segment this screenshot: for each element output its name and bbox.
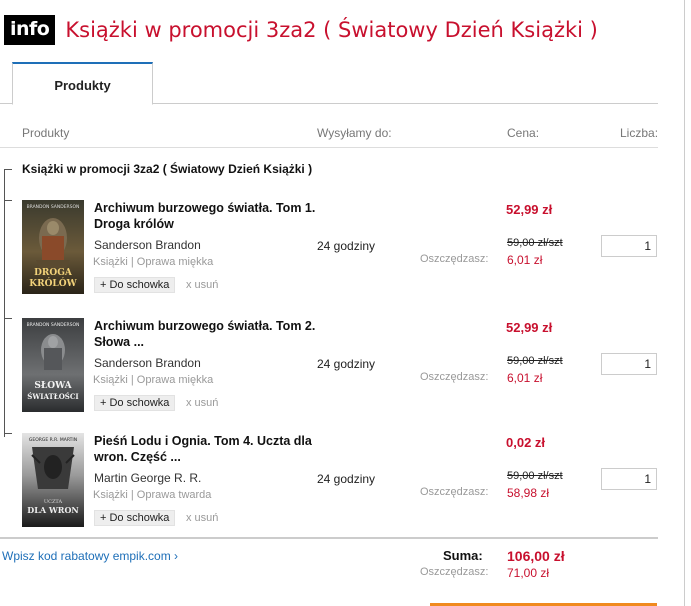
tab-bar: Produkty: [0, 62, 658, 105]
item-old-price: 59,00 zł/szt: [507, 355, 563, 367]
item-binding: Książki | Oprawa twarda: [93, 489, 212, 501]
cart-item: BRANDON SANDERSON DROGA KRÓLÓW Archiwum …: [0, 200, 691, 310]
item-author-link[interactable]: Sanderson Brandon: [94, 238, 201, 252]
tab-produkty[interactable]: Produkty: [12, 62, 153, 105]
add-to-wishlist-button[interactable]: + Do schowka: [94, 277, 176, 293]
column-headers: Produkty Wysyłamy do: Cena: Liczba:: [0, 124, 658, 148]
item-savings: 58,98 zł: [507, 486, 550, 500]
remove-item-link[interactable]: x usuń: [186, 279, 218, 291]
item-author-link[interactable]: Sanderson Brandon: [94, 356, 201, 370]
sum-label: Suma:: [443, 548, 483, 563]
cart-item: GEORGE R.R. MARTIN UCZTA DLA WRON Pieśń …: [0, 433, 691, 543]
savings-label: Oszczędzasz:: [420, 371, 489, 383]
item-title-link[interactable]: Archiwum burzowego światła. Tom 1. Droga…: [94, 200, 344, 232]
item-author-link[interactable]: Martin George R. R.: [94, 471, 201, 485]
item-binding: Książki | Oprawa miękka: [93, 256, 214, 268]
item-savings: 6,01 zł: [507, 253, 543, 267]
quantity-input[interactable]: [601, 468, 657, 490]
total-savings-value: 71,00 zł: [507, 566, 550, 580]
sum-value: 106,00 zł: [507, 548, 565, 564]
svg-text:DROGA: DROGA: [34, 268, 73, 278]
column-header-quantity: Liczba:: [620, 126, 659, 140]
svg-text:DLA WRON: DLA WRON: [27, 505, 78, 515]
quantity-input[interactable]: [601, 235, 657, 257]
svg-text:GEORGE R.R. MARTIN: GEORGE R.R. MARTIN: [29, 437, 77, 443]
tree-connector: [4, 433, 12, 434]
svg-text:SŁOWA: SŁOWA: [34, 381, 72, 391]
savings-label: Oszczędzasz:: [420, 486, 489, 498]
quantity-input[interactable]: [601, 353, 657, 375]
tree-connector: [4, 200, 12, 201]
group-title: Książki w promocji 3za2 ( Światowy Dzień…: [22, 162, 313, 176]
item-title-link[interactable]: Archiwum burzowego światła. Tom 2. Słowa…: [94, 318, 344, 350]
summary-divider: [0, 537, 658, 539]
remove-item-link[interactable]: x usuń: [186, 397, 218, 409]
item-price: 52,99 zł: [506, 202, 553, 217]
tree-connector: [4, 318, 12, 319]
column-header-shipping: Wysyłamy do:: [317, 126, 392, 140]
page-header: info Książki w promocji 3za2 ( Światowy …: [4, 14, 598, 46]
svg-text:BRANDON SANDERSON: BRANDON SANDERSON: [27, 204, 80, 210]
item-savings: 6,01 zł: [507, 371, 543, 385]
promo-code-link[interactable]: Wpisz kod rabatowy empik.com ›: [2, 549, 178, 563]
item-old-price: 59,00 zł/szt: [507, 237, 563, 249]
scrollbar[interactable]: [684, 0, 691, 606]
svg-text:ŚWIATŁOŚCI: ŚWIATŁOŚCI: [27, 392, 78, 401]
item-old-price: 59,00 zł/szt: [507, 470, 563, 482]
column-header-products: Produkty: [22, 126, 70, 140]
item-title-link[interactable]: Pieśń Lodu i Ognia. Tom 4. Uczta dla wro…: [94, 433, 344, 465]
book-cover-image[interactable]: GEORGE R.R. MARTIN UCZTA DLA WRON: [22, 433, 84, 527]
savings-label: Oszczędzasz:: [420, 253, 489, 265]
item-price: 52,99 zł: [506, 320, 553, 335]
column-header-price: Cena:: [507, 126, 540, 140]
item-price: 0,02 zł: [506, 435, 546, 450]
info-logo: info: [4, 15, 56, 45]
svg-text:KRÓLÓW: KRÓLÓW: [29, 277, 77, 289]
page-title: Książki w promocji 3za2 ( Światowy Dzień…: [65, 18, 598, 42]
svg-text:BRANDON SANDERSON: BRANDON SANDERSON: [27, 322, 80, 328]
add-to-wishlist-button[interactable]: + Do schowka: [94, 510, 176, 526]
add-to-wishlist-button[interactable]: + Do schowka: [94, 395, 176, 411]
delivery-time: 24 godziny: [317, 472, 376, 486]
item-binding: Książki | Oprawa miękka: [93, 374, 214, 386]
book-cover-image[interactable]: BRANDON SANDERSON SŁOWA ŚWIATŁOŚCI: [22, 318, 84, 412]
total-savings-label: Oszczędzasz:: [420, 566, 489, 578]
delivery-time: 24 godziny: [317, 239, 376, 253]
book-cover-image[interactable]: BRANDON SANDERSON DROGA KRÓLÓW: [22, 200, 84, 294]
group-tree-tick: [4, 169, 12, 170]
delivery-time: 24 godziny: [317, 357, 376, 371]
remove-item-link[interactable]: x usuń: [186, 512, 218, 524]
cart-item: BRANDON SANDERSON SŁOWA ŚWIATŁOŚCI Archi…: [0, 318, 691, 428]
